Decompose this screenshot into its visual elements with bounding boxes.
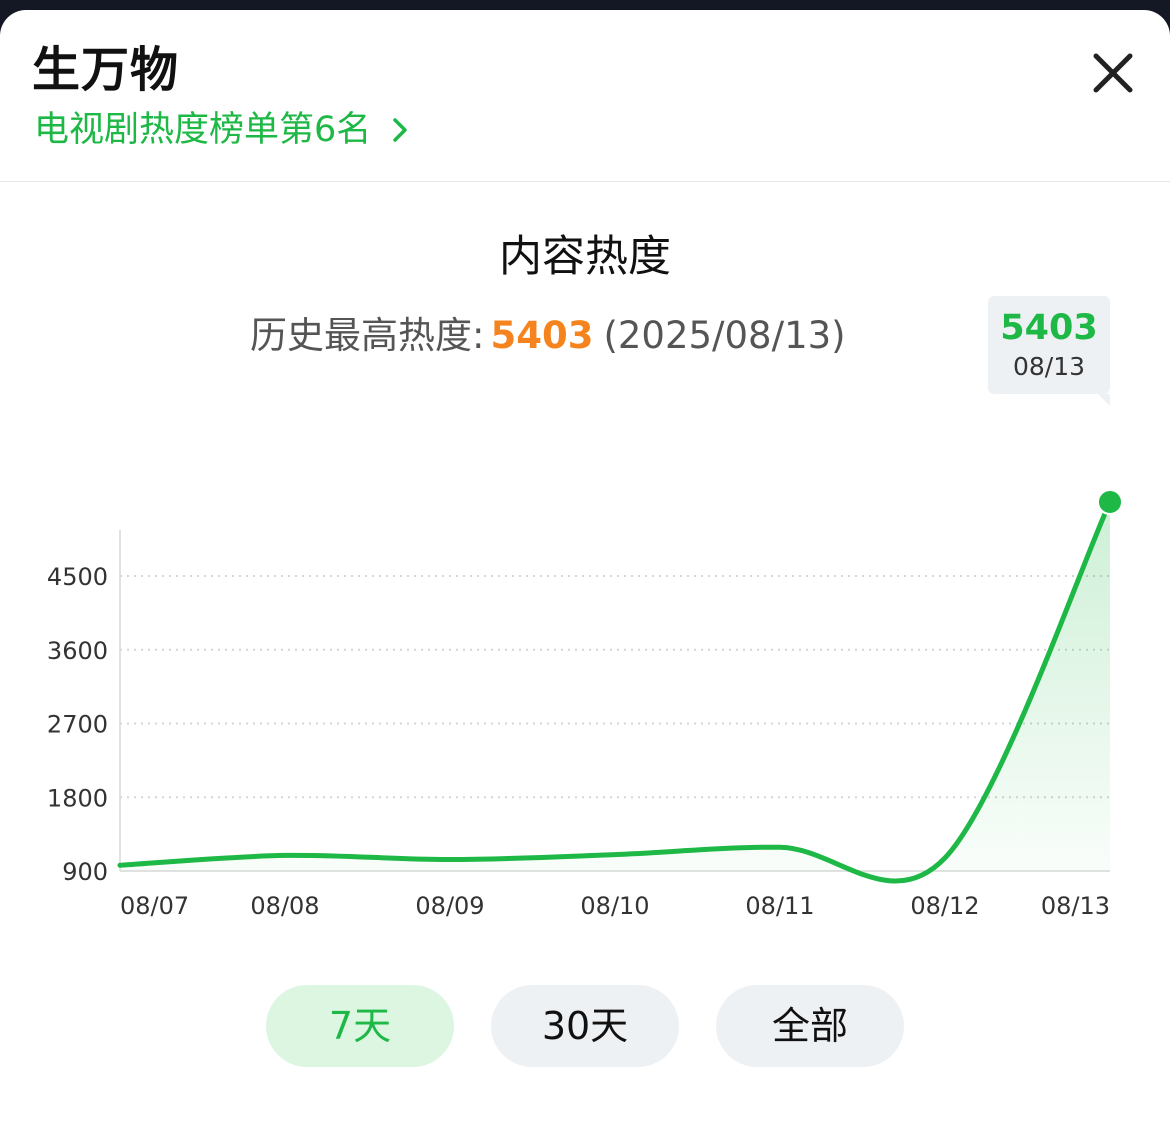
- x-tick-label: 08/12: [910, 892, 979, 920]
- x-tick-label: 08/13: [1041, 892, 1110, 920]
- range-tab-0[interactable]: 7天: [266, 985, 454, 1067]
- heat-line-chart: 900 1800 2700 3600 4500 08/07 08/08 08/09 08/10 0…: [47, 489, 1123, 920]
- y-tick-label: 2700: [47, 711, 108, 739]
- x-tick-label: 08/08: [250, 892, 319, 920]
- y-tick-label: 900: [62, 858, 108, 886]
- series-area: [120, 502, 1110, 882]
- x-tick-label: 08/09: [415, 892, 484, 920]
- x-tick-label: 08/07: [120, 892, 189, 920]
- y-tick-label: 4500: [47, 563, 108, 591]
- range-tab-2[interactable]: 全部: [716, 985, 904, 1067]
- x-tick-label: 08/10: [580, 892, 649, 920]
- series-line: [117, 499, 1113, 884]
- range-tab-1[interactable]: 30天: [491, 985, 679, 1067]
- y-tick-label: 3600: [47, 637, 108, 665]
- highlight-point[interactable]: [1097, 489, 1123, 516]
- y-tick-label: 1800: [47, 784, 108, 812]
- x-tick-label: 08/11: [745, 892, 814, 920]
